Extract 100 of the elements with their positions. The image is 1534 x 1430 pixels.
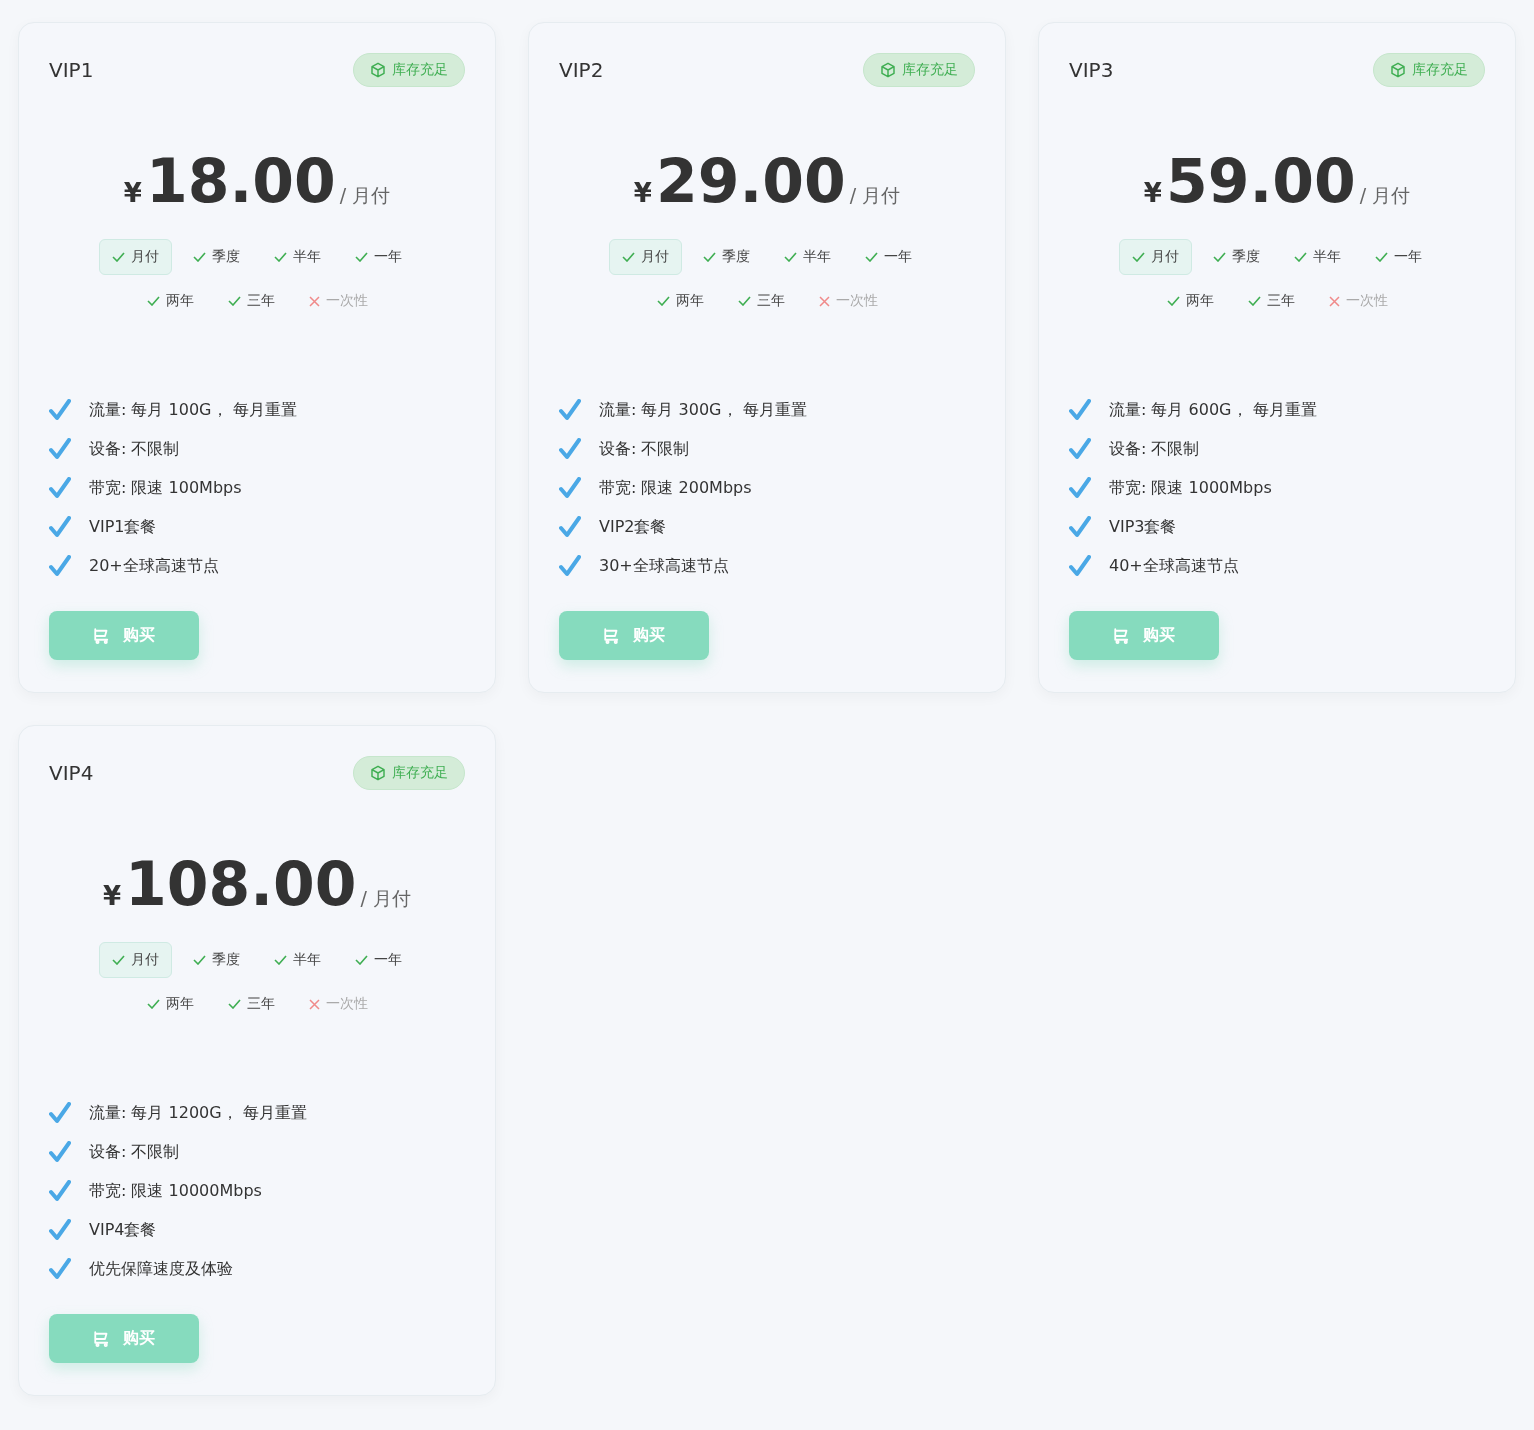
price-unit: / 月付 (849, 183, 901, 208)
check-icon (1069, 477, 1091, 499)
stock-badge: 库存充足 (1373, 53, 1485, 87)
box-icon (370, 765, 386, 781)
feature-text: VIP3套餐 (1109, 516, 1177, 538)
feature-text: 设备: 不限制 (89, 438, 180, 460)
box-icon (880, 62, 896, 78)
stock-badge: 库存充足 (353, 756, 465, 790)
plan-title: VIP4 (49, 761, 94, 785)
cross-icon (1328, 295, 1340, 307)
feature-text: 流量: 每月 1200G， 每月重置 (89, 1102, 307, 1124)
check-icon (274, 252, 287, 262)
feature-text: 30+全球高速节点 (599, 555, 729, 577)
check-icon (559, 516, 581, 538)
check-icon (112, 955, 125, 965)
period-option[interactable]: 三年 (724, 283, 798, 319)
period-option[interactable]: 三年 (214, 283, 288, 319)
period-option[interactable]: 一年 (342, 239, 415, 275)
price-unit: / 月付 (339, 183, 391, 208)
cross-icon (308, 998, 320, 1010)
check-icon (1069, 555, 1091, 577)
check-icon (274, 955, 287, 965)
period-option[interactable]: 季度 (180, 239, 253, 275)
cart-icon (1113, 626, 1131, 645)
check-icon (1247, 296, 1261, 306)
check-icon (355, 955, 368, 965)
check-icon (559, 555, 581, 577)
check-icon (559, 438, 581, 460)
check-icon (227, 296, 241, 306)
feature-text: 40+全球高速节点 (1109, 555, 1239, 577)
feature-text: VIP2套餐 (599, 516, 667, 538)
period-option[interactable]: 月付 (609, 239, 682, 275)
check-icon (49, 555, 71, 577)
stock-badge: 库存充足 (353, 53, 465, 87)
period-option[interactable]: 半年 (261, 942, 334, 978)
check-icon (49, 399, 71, 421)
period-option[interactable]: 半年 (771, 239, 844, 275)
period-option[interactable]: 两年 (1153, 283, 1227, 319)
check-icon (49, 516, 71, 538)
check-icon (146, 999, 160, 1009)
price-unit: / 月付 (1359, 183, 1411, 208)
check-icon (1166, 296, 1180, 306)
period-option[interactable]: 一年 (342, 942, 415, 978)
cart-icon (93, 626, 111, 645)
feature-text: 设备: 不限制 (89, 1141, 180, 1163)
price: 29.00 (655, 151, 846, 211)
feature-text: 20+全球高速节点 (89, 555, 219, 577)
price: 59.00 (1165, 151, 1356, 211)
check-icon (49, 1141, 71, 1163)
feature-text: 设备: 不限制 (1109, 438, 1200, 460)
check-icon (227, 999, 241, 1009)
feature-text: 流量: 每月 300G， 每月重置 (599, 399, 807, 421)
feature-text: 带宽: 限速 10000Mbps (89, 1180, 262, 1202)
check-icon (1069, 399, 1091, 421)
check-icon (1213, 252, 1226, 262)
cross-icon (308, 295, 320, 307)
cross-icon (818, 295, 830, 307)
period-option[interactable]: 三年 (214, 986, 288, 1022)
plan-title: VIP3 (1069, 58, 1114, 82)
period-option[interactable]: 季度 (180, 942, 253, 978)
period-option[interactable]: 两年 (643, 283, 717, 319)
feature-text: VIP1套餐 (89, 516, 157, 538)
box-icon (370, 62, 386, 78)
check-icon (112, 252, 125, 262)
period-option[interactable]: 月付 (99, 239, 172, 275)
check-icon (49, 477, 71, 499)
check-icon (1069, 438, 1091, 460)
period-option[interactable]: 季度 (690, 239, 763, 275)
check-icon (784, 252, 797, 262)
feature-text: 流量: 每月 600G， 每月重置 (1109, 399, 1317, 421)
feature-text: 带宽: 限速 1000Mbps (1109, 477, 1272, 499)
check-icon (559, 399, 581, 421)
currency-symbol: ¥ (633, 178, 652, 208)
check-icon (703, 252, 716, 262)
currency-symbol: ¥ (1143, 178, 1162, 208)
period-option[interactable]: 两年 (133, 986, 207, 1022)
feature-text: 流量: 每月 100G， 每月重置 (89, 399, 297, 421)
period-option[interactable]: 两年 (133, 283, 207, 319)
period-option[interactable]: 季度 (1200, 239, 1273, 275)
feature-text: 优先保障速度及体验 (89, 1258, 233, 1280)
period-option[interactable]: 月付 (99, 942, 172, 978)
currency-symbol: ¥ (102, 881, 122, 911)
check-icon (193, 955, 206, 965)
check-icon (1069, 516, 1091, 538)
check-icon (737, 296, 751, 306)
check-icon (656, 296, 670, 306)
period-option[interactable]: 三年 (1234, 283, 1308, 319)
period-option[interactable]: 月付 (1119, 239, 1192, 275)
check-icon (49, 438, 71, 460)
plan-title: VIP2 (559, 58, 604, 82)
check-icon (559, 477, 581, 499)
period-option[interactable]: 一年 (852, 239, 925, 275)
check-icon (49, 1180, 71, 1202)
price-unit: / 月付 (360, 886, 412, 911)
period-option[interactable]: 一年 (1362, 239, 1435, 275)
check-icon (49, 1258, 71, 1280)
feature-text: 带宽: 限速 100Mbps (89, 477, 242, 499)
period-option[interactable]: 半年 (1281, 239, 1354, 275)
check-icon (355, 252, 368, 262)
period-option[interactable]: 半年 (261, 239, 334, 275)
